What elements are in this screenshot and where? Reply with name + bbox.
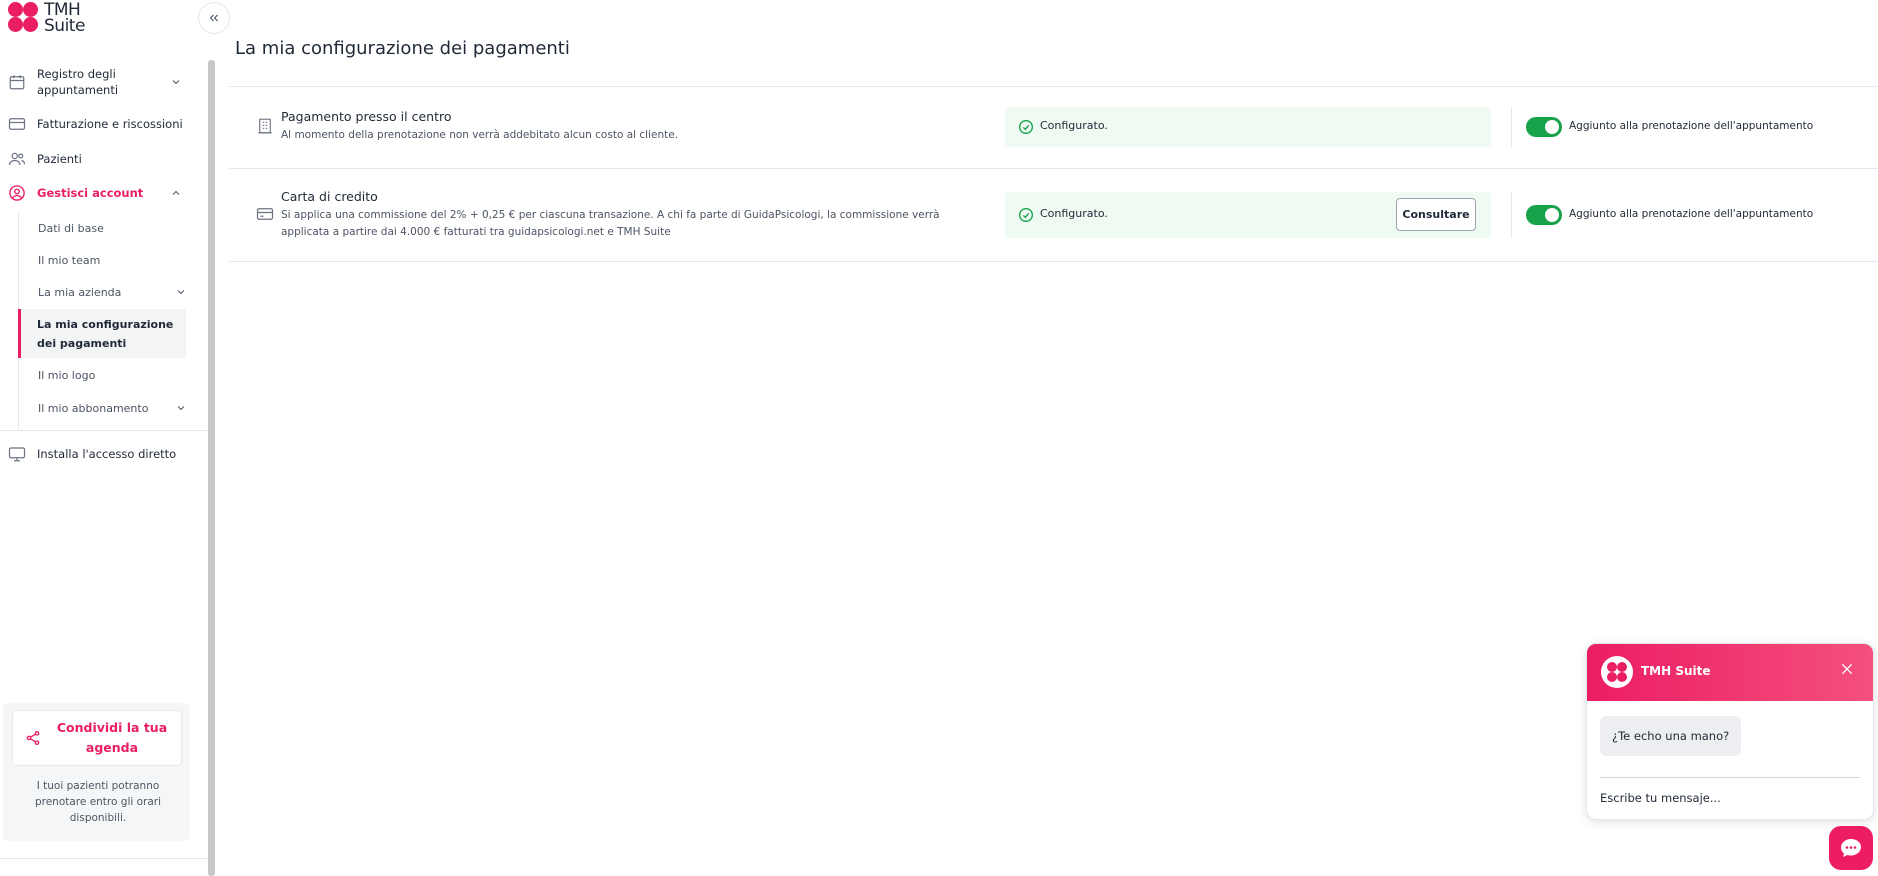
chat-message-input[interactable]: [1600, 787, 1850, 809]
account-submenu: Dati di base Il mio team La mia azienda …: [18, 212, 186, 430]
status-badge: Configurato. Consultare: [1005, 192, 1491, 238]
check-circle-icon: [1019, 120, 1033, 134]
sidebar-item-label: Registro degli appuntamenti: [37, 67, 119, 97]
submenu-item-payment-config[interactable]: La mia configurazione dei pagamenti: [18, 309, 186, 358]
sidebar: TMH Suite Registro degli appuntamenti Fa…: [0, 0, 208, 876]
building-icon: [258, 118, 272, 134]
row-separator: [1511, 107, 1512, 147]
sidebar-item-appointments[interactable]: Registro degli appuntamenti: [0, 62, 200, 102]
payment-method-row: Pagamento presso il centro Al momento de…: [229, 87, 1878, 168]
share-agenda-label: Condividi la tua agenda: [56, 720, 168, 755]
users-icon: [8, 152, 26, 166]
submenu-item-label: Il mio logo: [38, 368, 96, 382]
payment-method-title: Pagamento presso il centro: [281, 109, 452, 124]
chevron-up-icon[interactable]: [170, 187, 182, 199]
sidebar-item-billing[interactable]: Fatturazione e riscossioni: [0, 114, 200, 134]
credit-card-icon: [256, 208, 274, 220]
submenu-item-label: La mia configurazione dei pagamenti: [37, 317, 174, 350]
close-icon[interactable]: [1839, 661, 1855, 677]
submenu-item-team[interactable]: Il mio team: [19, 244, 187, 276]
submenu-item-label: Il mio team: [38, 253, 101, 267]
row-divider: [229, 261, 1878, 262]
booking-toggle[interactable]: [1526, 117, 1562, 137]
consult-button[interactable]: Consultare: [1396, 198, 1476, 231]
chat-avatar: [1601, 656, 1633, 688]
page-title: La mia configurazione dei pagamenti: [235, 38, 570, 59]
status-label: Configurato.: [1040, 119, 1108, 132]
logo-mark-icon: [8, 2, 40, 34]
logo-text: TMH Suite: [44, 0, 85, 36]
sidebar-item-patients[interactable]: Pazienti: [0, 149, 200, 169]
chat-launcher-button[interactable]: [1829, 826, 1873, 870]
payment-method-description: Si applica una commissione del 2% + 0,25…: [281, 209, 940, 238]
sidebar-item-install-shortcut[interactable]: Installa l'accesso diretto: [0, 444, 200, 464]
status-badge: Configurato.: [1005, 107, 1491, 147]
chat-bubble-icon: [1841, 839, 1861, 857]
share-agenda-description: I tuoi pazienti potranno prenotare entro…: [34, 780, 162, 824]
status-label: Configurato.: [1040, 207, 1108, 220]
share-agenda-button[interactable]: Condividi la tua agenda: [12, 710, 182, 766]
chevron-down-icon[interactable]: [175, 402, 187, 414]
monitor-icon: [8, 447, 26, 462]
calendar-icon: [9, 75, 25, 90]
sidebar-item-label: Fatturazione e riscossioni: [37, 117, 183, 131]
submenu-item-label: Il mio abbonamento: [38, 401, 149, 415]
toggle-label: Aggiunto alla prenotazione dell'appuntam…: [1569, 120, 1814, 132]
share-agenda-panel: Condividi la tua agenda I tuoi pazienti …: [3, 703, 190, 841]
chat-divider: [1600, 777, 1860, 778]
sidebar-item-label: Installa l'accesso diretto: [37, 447, 177, 461]
submenu-item-label: La mia azienda: [38, 285, 122, 299]
sidebar-bottom-divider: [0, 858, 208, 859]
chevron-down-icon[interactable]: [175, 286, 187, 298]
submenu-item-logo[interactable]: Il mio logo: [19, 359, 187, 391]
credit-card-icon: [8, 118, 26, 130]
submenu-item-label: Dati di base: [38, 221, 104, 235]
sidebar-divider: [0, 430, 208, 431]
chat-title: TMH Suite: [1641, 664, 1711, 678]
sidebar-item-manage-account[interactable]: Gestisci account: [0, 183, 200, 203]
share-icon: [26, 731, 40, 745]
sidebar-item-label: Gestisci account: [37, 186, 144, 200]
chevron-down-icon[interactable]: [170, 76, 182, 88]
booking-toggle[interactable]: [1526, 205, 1562, 225]
submenu-item-basic-data[interactable]: Dati di base: [19, 212, 187, 244]
chat-header: TMH Suite: [1587, 644, 1873, 701]
sidebar-item-label: Pazienti: [37, 152, 82, 166]
chat-message-bubble: ¿Te echo una mano?: [1600, 716, 1742, 756]
toggle-label: Aggiunto alla prenotazione dell'appuntam…: [1569, 208, 1814, 220]
chat-widget: TMH Suite ¿Te echo una mano?: [1586, 643, 1874, 820]
logo[interactable]: TMH Suite: [8, 0, 85, 36]
sidebar-scrollbar[interactable]: [208, 60, 215, 876]
user-circle-icon: [9, 185, 25, 201]
check-circle-icon: [1019, 208, 1033, 222]
payment-method-title: Carta di credito: [281, 189, 378, 204]
payment-method-row: Carta di credito Si applica una commissi…: [229, 169, 1878, 261]
submenu-item-subscription[interactable]: Il mio abbonamento: [19, 392, 187, 424]
payment-method-description: Al momento della prenotazione non verrà …: [281, 129, 679, 141]
row-separator: [1511, 192, 1512, 238]
submenu-item-company[interactable]: La mia azienda: [19, 276, 187, 308]
